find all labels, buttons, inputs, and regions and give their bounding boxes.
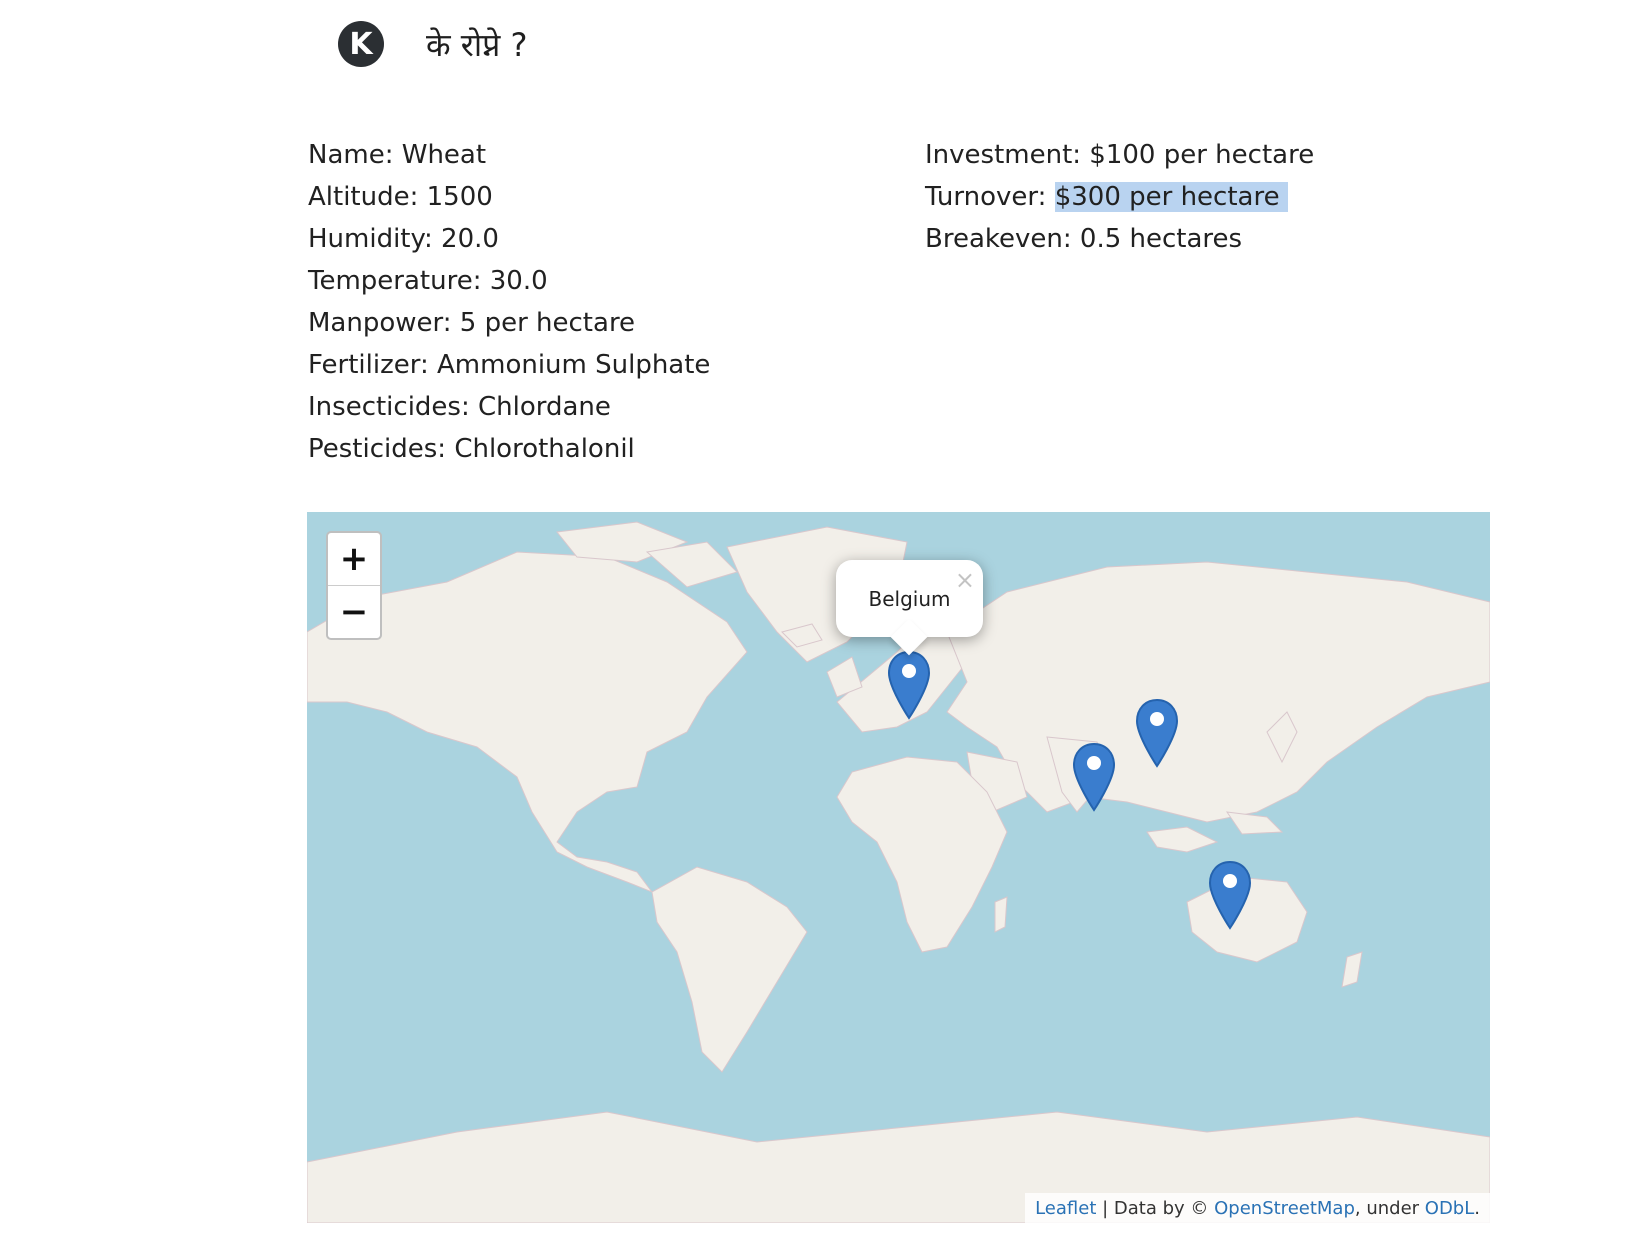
map-popup: Belgium × <box>836 560 983 656</box>
site-title: के रोप्ने ? <box>426 25 528 64</box>
detail-pesticides: Pesticides: Chlorothalonil <box>308 434 635 464</box>
crop-details-left: Name: Wheat Altitude: 1500 Humidity: 20.… <box>308 134 925 470</box>
detail-breakeven: Breakeven: 0.5 hectares <box>925 224 1243 254</box>
detail-name: Name: Wheat <box>308 140 487 170</box>
detail-turnover: Turnover: $300 per hectare <box>925 176 1314 218</box>
leaflet-link[interactable]: Leaflet <box>1035 1198 1096 1219</box>
crop-details-right: Investment: $100 per hectare Turnover: $… <box>925 134 1314 470</box>
detail-temperature: Temperature: 30.0 <box>308 266 548 296</box>
header: K के रोप्ने ? <box>338 18 528 70</box>
map-marker-india[interactable] <box>1072 742 1116 812</box>
detail-altitude: Altitude: 1500 <box>308 182 493 212</box>
selected-text: $300 per hectare <box>1054 182 1288 212</box>
zoom-in-button[interactable]: + <box>328 533 380 585</box>
map-marker-australia[interactable] <box>1208 860 1252 930</box>
detail-investment: Investment: $100 per hectare <box>925 140 1315 170</box>
detail-humidity: Humidity: 20.0 <box>308 224 499 254</box>
openstreetmap-link[interactable]: OpenStreetMap <box>1214 1198 1355 1219</box>
logo-icon[interactable]: K <box>338 21 384 67</box>
close-icon[interactable]: × <box>955 566 975 594</box>
zoom-out-button[interactable]: − <box>328 585 380 638</box>
attribution-separator: | Data by © <box>1096 1197 1215 1219</box>
crop-details: Name: Wheat Altitude: 1500 Humidity: 20.… <box>308 134 1488 470</box>
popup-text: Belgium <box>868 586 951 611</box>
detail-fertilizer: Fertilizer: Ammonium Sulphate <box>308 350 711 380</box>
attribution-end: . <box>1474 1197 1480 1219</box>
world-map[interactable]: + − Belgium × Leaflet | Data by © OpenSt… <box>307 512 1490 1223</box>
map-marker-china[interactable] <box>1135 698 1179 768</box>
detail-insecticides: Insecticides: Chlordane <box>308 392 611 422</box>
detail-manpower: Manpower: 5 per hectare <box>308 308 636 338</box>
map-attribution: Leaflet | Data by © OpenStreetMap , unde… <box>1025 1193 1490 1223</box>
odbl-link[interactable]: ODbL <box>1425 1198 1474 1219</box>
map-marker-belgium[interactable] <box>887 650 931 720</box>
zoom-control: + − <box>326 531 382 640</box>
attribution-under: , under <box>1354 1197 1425 1219</box>
